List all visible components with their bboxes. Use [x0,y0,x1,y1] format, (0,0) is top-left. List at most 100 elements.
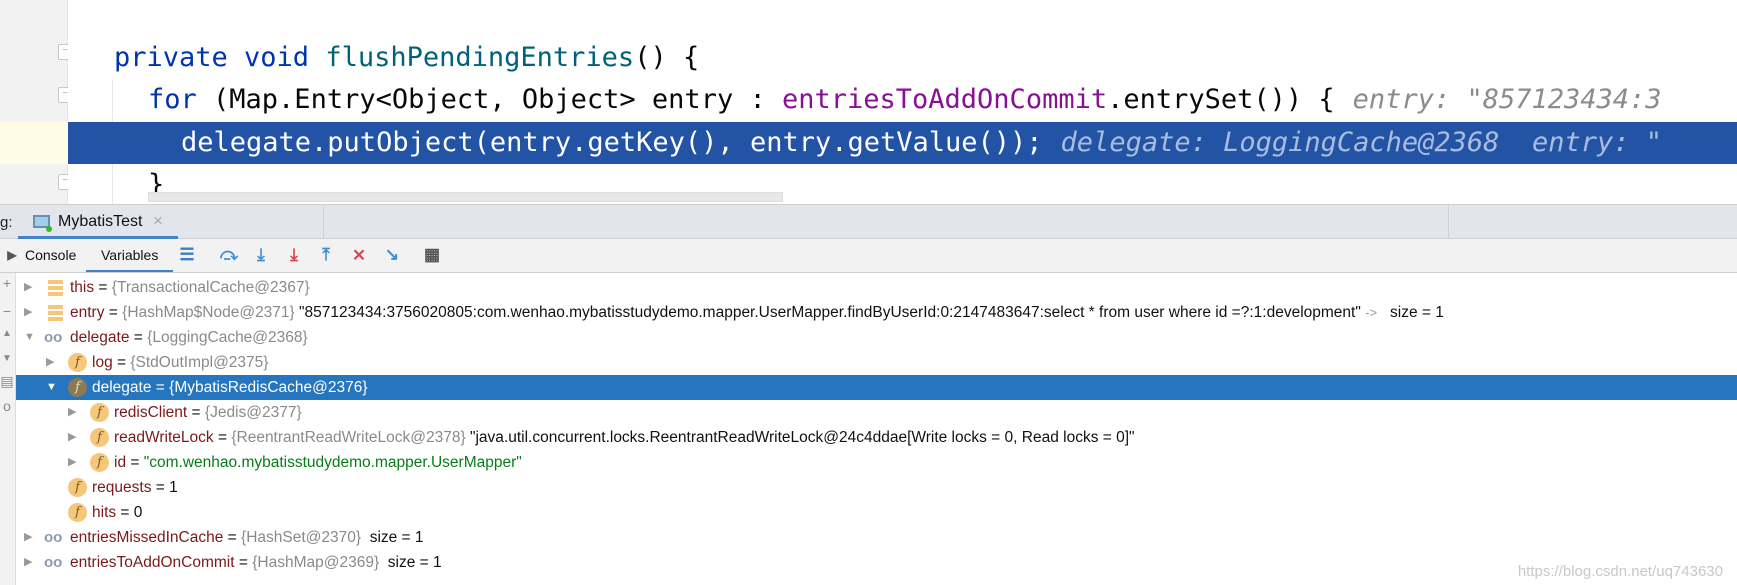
variable-text: entry = {HashMap$Node@2371} "857123434:3… [70,304,1444,321]
variable-text: delegate = {LoggingCache@2368} [70,329,308,346]
watch-icon: oo [44,529,63,546]
field-icon: f [90,403,109,422]
variable-name: redisClient [114,404,188,421]
up-icon[interactable]: ▲ [0,328,14,339]
step-over-icon[interactable]: ⤼ [219,245,239,265]
variable-name: hits [92,504,117,521]
horizontal-scrollbar[interactable] [148,192,783,202]
force-step-into-icon[interactable]: ⤓ [284,245,304,265]
inline-debug-hint: entry: "857123434:3 [1352,84,1662,115]
tab-variables[interactable]: Variables [86,239,174,272]
variable-name: requests [92,479,152,496]
step-into-icon[interactable]: ⤓ [251,245,271,265]
variable-row[interactable]: ▶ f id = "com.wenhao.mybatisstudydemo.mapp… [16,450,1737,475]
variable-row[interactable]: ▶ entry = {HashMap$Node@2371} "857123434:… [16,300,1737,325]
object-ref: {Jedis@2377} [204,404,302,421]
variable-name: delegate [70,329,130,346]
variable-text: id = "com.wenhao.mybatisstudydemo.mapper… [114,454,522,471]
tab-mybatistest[interactable]: MybatisTest × [18,205,178,239]
divider [1448,205,1449,239]
size-label: size = 1 [387,554,442,571]
expand-arrow-icon[interactable]: ▶ [24,525,32,550]
variable-row[interactable]: f requests = 1 [16,475,1737,500]
object-ref: {TransactionalCache@2367} [111,279,310,296]
size-label: size = 1 [369,529,424,546]
expand-arrow-icon[interactable]: ▶ [24,550,32,575]
object-ref: {MybatisRedisCache@2376} [169,379,368,396]
variable-text: hits = 0 [92,504,143,521]
expand-arrow-icon[interactable]: ▶ [68,425,76,450]
collapse-arrow-icon[interactable]: ▼ [24,325,35,350]
variable-text: log = {StdOutImpl@2375} [92,354,269,371]
variable-row[interactable]: f hits = 0 [16,500,1737,525]
variable-row[interactable]: ▼ f delegate = {MybatisRedisCache@2376} [16,375,1737,400]
variable-row[interactable]: ▶ f readWriteLock = {ReentrantReadWriteLoc… [16,425,1737,450]
variable-row[interactable]: ▶ this = {TransactionalCache@2367} [16,275,1737,300]
watches-icon[interactable]: o [0,398,14,414]
field-name: entriesToAddOnCommit [781,84,1108,115]
run-to-cursor-icon[interactable]: ↘ [382,245,402,265]
keyword: for [148,84,214,115]
code-text: .entrySet()) { [1107,84,1335,115]
field-icon: f [68,478,87,497]
variable-text: entriesMissedInCache = {HashSet@2370} si… [70,529,424,546]
expand-arrow-icon[interactable]: ▶ [24,300,32,325]
copy-icon[interactable]: ▤ [0,373,14,390]
variable-row[interactable]: ▶ f redisClient = {Jedis@2377} [16,400,1737,425]
divider [323,205,324,239]
object-ref: {HashMap@2369} [252,554,380,571]
variable-row[interactable]: ▶ oo entriesMissedInCache = {HashSet@2370}… [16,525,1737,550]
variable-name: delegate [92,379,152,396]
evaluate-expression-icon[interactable]: ▦ [422,245,442,265]
close-icon[interactable]: × [153,211,163,231]
variable-icon [48,278,67,297]
step-out-icon[interactable]: ⤒ [316,245,336,265]
field-icon: f [90,453,109,472]
variable-text: readWriteLock = {ReentrantReadWriteLock@… [114,429,1135,446]
variable-name: readWriteLock [114,429,214,446]
down-icon[interactable]: ▼ [0,353,14,364]
debug-toolbar: ▶ Console Variables ☰ ⤼ ⤓ ⤓ ⤒ ⨯ ↘ ▦ [0,239,1737,273]
remove-icon[interactable]: − [0,303,14,319]
code-line[interactable]: private void flushPendingEntries() { [68,37,1737,79]
variable-name: this [70,279,95,296]
add-icon[interactable]: + [0,275,14,291]
tab-console[interactable]: Console [25,239,76,272]
variable-value: 1 [169,479,178,496]
code-line[interactable]: for (Map.Entry<Object, Object> entry : e… [68,79,1737,121]
code-text: () { [634,42,700,73]
variable-name: entry [70,304,105,321]
variable-text: delegate = {MybatisRedisCache@2376} [92,379,368,396]
variable-text: redisClient = {Jedis@2377} [114,404,302,421]
tab-label: MybatisTest [58,213,143,230]
variable-value: "857123434:3756020805:com.wenhao.mybatis… [299,304,1361,321]
collapse-arrow-icon[interactable]: ▼ [46,375,57,400]
editor-gutter: − − − [0,0,72,204]
variable-icon [48,303,67,322]
expand-arrow-icon[interactable]: ▶ [68,400,76,425]
execution-point-line[interactable]: delegate.putObject(entry.getKey(), entry… [68,122,1737,164]
object-ref: {StdOutImpl@2375} [130,354,269,371]
variable-row[interactable]: ▶ oo entriesToAddOnCommit = {HashMap@2369}… [16,550,1737,575]
expand-arrow-icon[interactable]: ▶ [46,350,54,375]
current-line-marker [0,122,68,164]
variable-row[interactable]: ▼ oo delegate = {LoggingCache@2368} [16,325,1737,350]
drop-frame-icon[interactable]: ⨯ [349,245,369,265]
code-text: delegate.putObject(entry.getKey(), entry… [181,127,1043,158]
variable-row[interactable]: ▶ f log = {StdOutImpl@2375} [16,350,1737,375]
field-icon: f [68,378,87,397]
watermark: https://blog.csdn.net/uq743630 [1517,563,1723,580]
variable-text: this = {TransactionalCache@2367} [70,279,310,296]
field-icon: f [68,353,87,372]
variables-tree[interactable]: ▶ this = {TransactionalCache@2367} ▶ entry… [16,275,1737,575]
expand-arrow-icon[interactable]: ▶ [24,275,32,300]
variable-name: id [114,454,127,471]
size-label: size = 1 [1390,304,1444,321]
console-icon: ▶ [7,248,17,262]
object-ref: {ReentrantReadWriteLock@2378} [231,429,466,446]
variable-name: entriesToAddOnCommit [70,554,235,571]
expand-arrow-icon[interactable]: ▶ [68,450,76,475]
code-editor[interactable]: private void flushPendingEntries() { for… [68,0,1737,204]
layout-icon[interactable]: ☰ [177,245,197,265]
running-indicator-icon [46,226,52,232]
